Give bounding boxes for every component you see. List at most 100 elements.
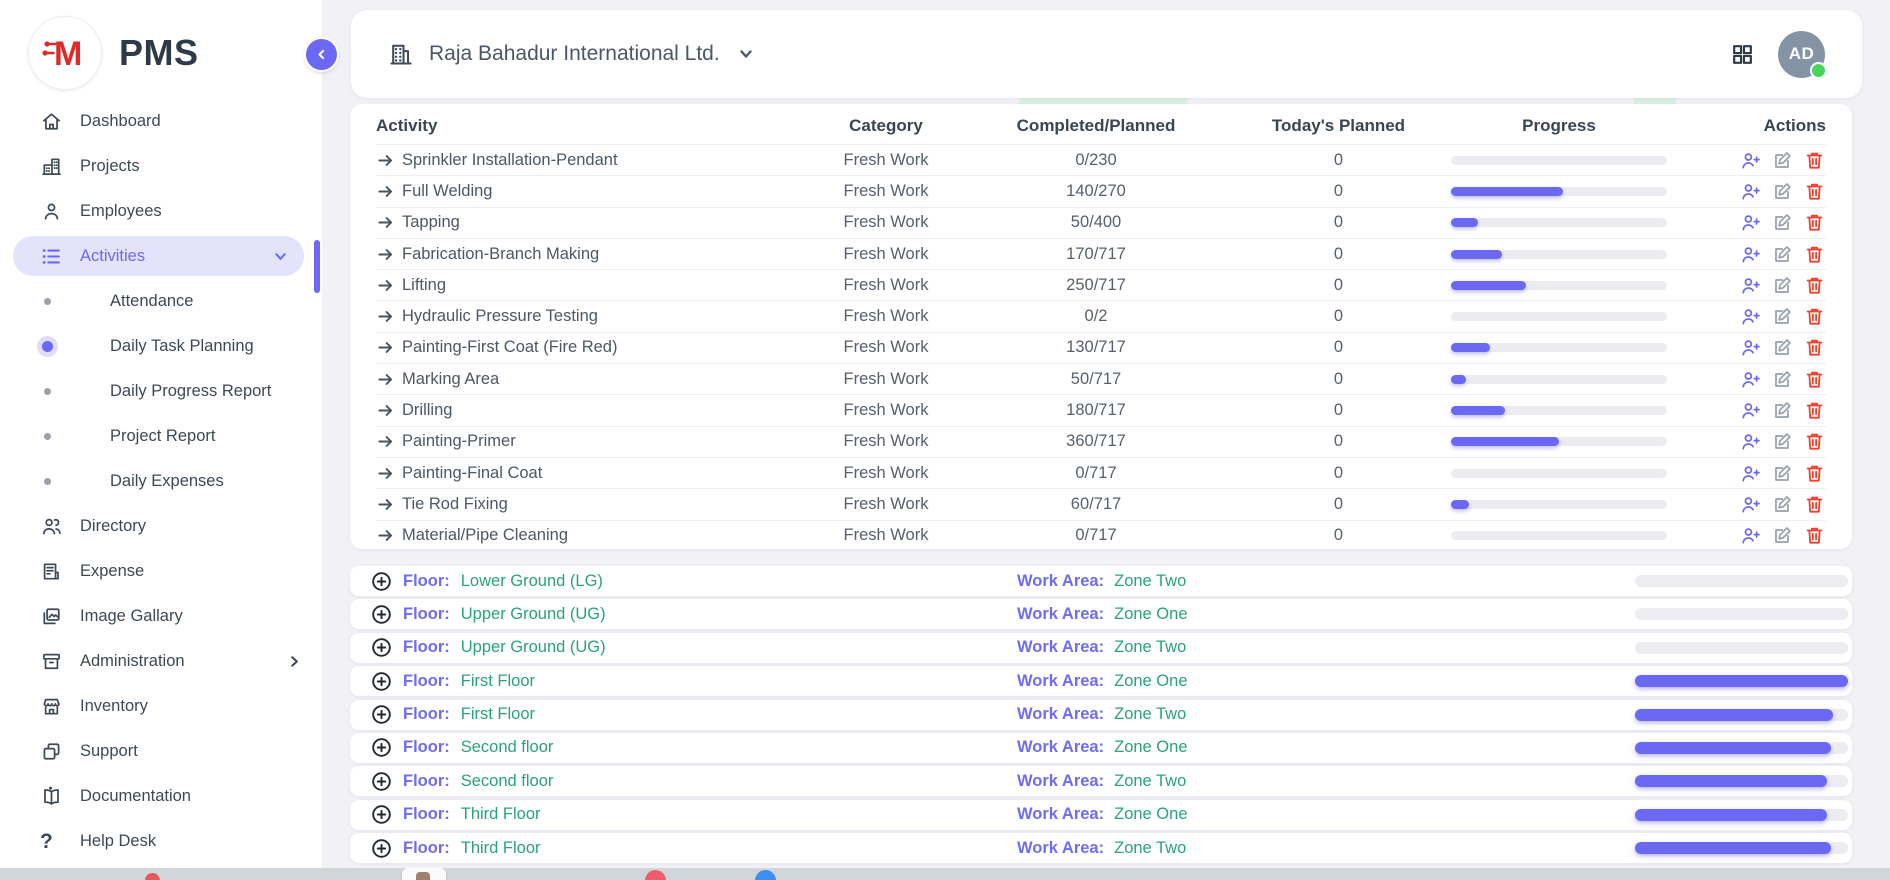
assign-user-button[interactable] bbox=[1739, 274, 1762, 297]
edit-button[interactable] bbox=[1771, 430, 1794, 453]
delete-button[interactable] bbox=[1803, 493, 1826, 516]
sidebar-item-image-gallary[interactable]: Image Gallary bbox=[0, 594, 322, 639]
table-row[interactable]: Painting-PrimerFresh Work360/7170 bbox=[376, 426, 1826, 457]
edit-button[interactable] bbox=[1771, 368, 1794, 391]
sidebar-subitem-daily-task-planning[interactable]: Daily Task Planning bbox=[0, 324, 322, 369]
assign-user-button[interactable] bbox=[1739, 399, 1762, 422]
assign-user-button[interactable] bbox=[1739, 524, 1762, 547]
table-row[interactable]: Full WeldingFresh Work140/2700 bbox=[376, 175, 1826, 206]
assign-user-button[interactable] bbox=[1739, 180, 1762, 203]
assign-user-button[interactable] bbox=[1739, 430, 1762, 453]
sidebar-item-label: Help Desk bbox=[80, 832, 156, 851]
delete-button[interactable] bbox=[1803, 274, 1826, 297]
completed-planned-cell: 170/717 bbox=[966, 245, 1226, 264]
sidebar-item-dashboard[interactable]: Dashboard bbox=[0, 99, 322, 144]
floor-row[interactable]: Floor:Upper Ground (UG)Work Area:Zone On… bbox=[350, 599, 1852, 629]
delete-button[interactable] bbox=[1803, 430, 1826, 453]
progress-cell bbox=[1451, 406, 1667, 415]
table-row[interactable]: Painting-Final CoatFresh Work0/7170 bbox=[376, 457, 1826, 488]
delete-button[interactable] bbox=[1803, 462, 1826, 485]
delete-button[interactable] bbox=[1803, 336, 1826, 359]
work-area: Work Area:Zone Two bbox=[1017, 705, 1186, 724]
sidebar-subitem-daily-progress-report[interactable]: Daily Progress Report bbox=[0, 369, 322, 414]
table-row[interactable]: Hydraulic Pressure TestingFresh Work0/20 bbox=[376, 300, 1826, 331]
user-menu[interactable]: AD bbox=[1778, 31, 1825, 78]
delete-button[interactable] bbox=[1803, 211, 1826, 234]
edit-button[interactable] bbox=[1771, 399, 1794, 422]
work-area-label: Work Area: bbox=[1017, 572, 1104, 591]
table-row[interactable]: Fabrication-Branch MakingFresh Work170/7… bbox=[376, 238, 1826, 269]
floor-row[interactable]: Floor:Upper Ground (UG)Work Area:Zone Tw… bbox=[350, 633, 1852, 663]
delete-button[interactable] bbox=[1803, 399, 1826, 422]
delete-button[interactable] bbox=[1803, 524, 1826, 547]
table-row[interactable]: Marking AreaFresh Work50/7170 bbox=[376, 363, 1826, 394]
edit-button[interactable] bbox=[1771, 243, 1794, 266]
sidebar-item-projects[interactable]: Projects bbox=[0, 144, 322, 189]
floor-row[interactable]: Floor:Third FloorWork Area:Zone Two bbox=[350, 833, 1852, 863]
assign-user-button[interactable] bbox=[1739, 493, 1762, 516]
edit-button[interactable] bbox=[1771, 524, 1794, 547]
sidebar-subitem-daily-expenses[interactable]: Daily Expenses bbox=[0, 459, 322, 504]
assign-user-button[interactable] bbox=[1739, 305, 1762, 328]
assign-user-button[interactable] bbox=[1739, 336, 1762, 359]
sidebar-item-employees[interactable]: Employees bbox=[0, 189, 322, 234]
edit-button[interactable] bbox=[1771, 336, 1794, 359]
apps-grid-icon[interactable] bbox=[1730, 42, 1755, 67]
assign-user-button[interactable] bbox=[1739, 462, 1762, 485]
table-row[interactable]: Material/Pipe CleaningFresh Work0/7170 bbox=[376, 520, 1826, 551]
sidebar-item-support[interactable]: Support bbox=[0, 729, 322, 774]
arrow-right-icon bbox=[376, 464, 395, 483]
edit-button[interactable] bbox=[1771, 180, 1794, 203]
edit-button[interactable] bbox=[1771, 462, 1794, 485]
floor-label: Floor: bbox=[403, 705, 450, 724]
sidebar-item-directory[interactable]: Directory bbox=[0, 504, 322, 549]
delete-button[interactable] bbox=[1803, 305, 1826, 328]
sidebar-collapse-button[interactable] bbox=[306, 39, 337, 70]
assign-user-button[interactable] bbox=[1739, 149, 1762, 172]
sidebar-item-activities[interactable]: Activities bbox=[13, 236, 304, 276]
sidebar-item-inventory[interactable]: Inventory bbox=[0, 684, 322, 729]
floor-name: Second floor bbox=[461, 772, 554, 791]
floor-row[interactable]: Floor:Third FloorWork Area:Zone One bbox=[350, 800, 1852, 830]
edit-button[interactable] bbox=[1771, 493, 1794, 516]
table-row[interactable]: Painting-First Coat (Fire Red)Fresh Work… bbox=[376, 332, 1826, 363]
sidebar-item-documentation[interactable]: Documentation bbox=[0, 774, 322, 819]
floor-name: First Floor bbox=[461, 672, 535, 691]
edit-button[interactable] bbox=[1771, 211, 1794, 234]
assign-user-button[interactable] bbox=[1739, 243, 1762, 266]
sidebar-subitem-project-report[interactable]: Project Report bbox=[0, 414, 322, 459]
floor-row[interactable]: Floor:First FloorWork Area:Zone One bbox=[350, 666, 1852, 696]
arrow-right-icon bbox=[376, 276, 395, 295]
delete-button[interactable] bbox=[1803, 180, 1826, 203]
edit-button[interactable] bbox=[1771, 274, 1794, 297]
sidebar-subitem-attendance[interactable]: Attendance bbox=[0, 279, 322, 324]
edit-button[interactable] bbox=[1771, 149, 1794, 172]
work-area-label: Work Area: bbox=[1017, 638, 1104, 657]
floor-row[interactable]: Floor:Second floorWork Area:Zone One bbox=[350, 733, 1852, 763]
assign-user-button[interactable] bbox=[1739, 368, 1762, 391]
table-row[interactable]: Sprinkler Installation-PendantFresh Work… bbox=[376, 144, 1826, 175]
table-row[interactable]: Tie Rod FixingFresh Work60/7170 bbox=[376, 488, 1826, 519]
delete-button[interactable] bbox=[1803, 368, 1826, 391]
floor-row[interactable]: Floor:Second floorWork Area:Zone Two bbox=[350, 766, 1852, 796]
delete-button[interactable] bbox=[1803, 149, 1826, 172]
table-row[interactable]: TappingFresh Work50/4000 bbox=[376, 207, 1826, 238]
floor-row[interactable]: Floor:First FloorWork Area:Zone Two bbox=[350, 700, 1852, 730]
edit-button[interactable] bbox=[1771, 305, 1794, 328]
sidebar-item-expense[interactable]: Expense bbox=[0, 549, 322, 594]
delete-button[interactable] bbox=[1803, 243, 1826, 266]
receipt-icon bbox=[40, 560, 63, 583]
sidebar-item-administration[interactable]: Administration bbox=[0, 639, 322, 684]
category-cell: Fresh Work bbox=[806, 213, 966, 232]
table-row[interactable]: LiftingFresh Work250/7170 bbox=[376, 269, 1826, 300]
floor-name: Third Floor bbox=[461, 839, 541, 858]
completed-planned-cell: 130/717 bbox=[966, 338, 1226, 357]
company-selector[interactable]: Raja Bahadur International Ltd. bbox=[387, 41, 754, 68]
sidebar-item-help-desk[interactable]: ?Help Desk bbox=[0, 819, 322, 864]
floor-row[interactable]: Floor:Lower Ground (LG)Work Area:Zone Tw… bbox=[350, 566, 1852, 596]
assign-user-button[interactable] bbox=[1739, 211, 1762, 234]
table-row[interactable]: DrillingFresh Work180/7170 bbox=[376, 394, 1826, 425]
activity-cell: Painting-First Coat (Fire Red) bbox=[376, 338, 806, 357]
circle-plus-icon bbox=[371, 671, 392, 692]
activity-name: Tie Rod Fixing bbox=[402, 495, 508, 514]
